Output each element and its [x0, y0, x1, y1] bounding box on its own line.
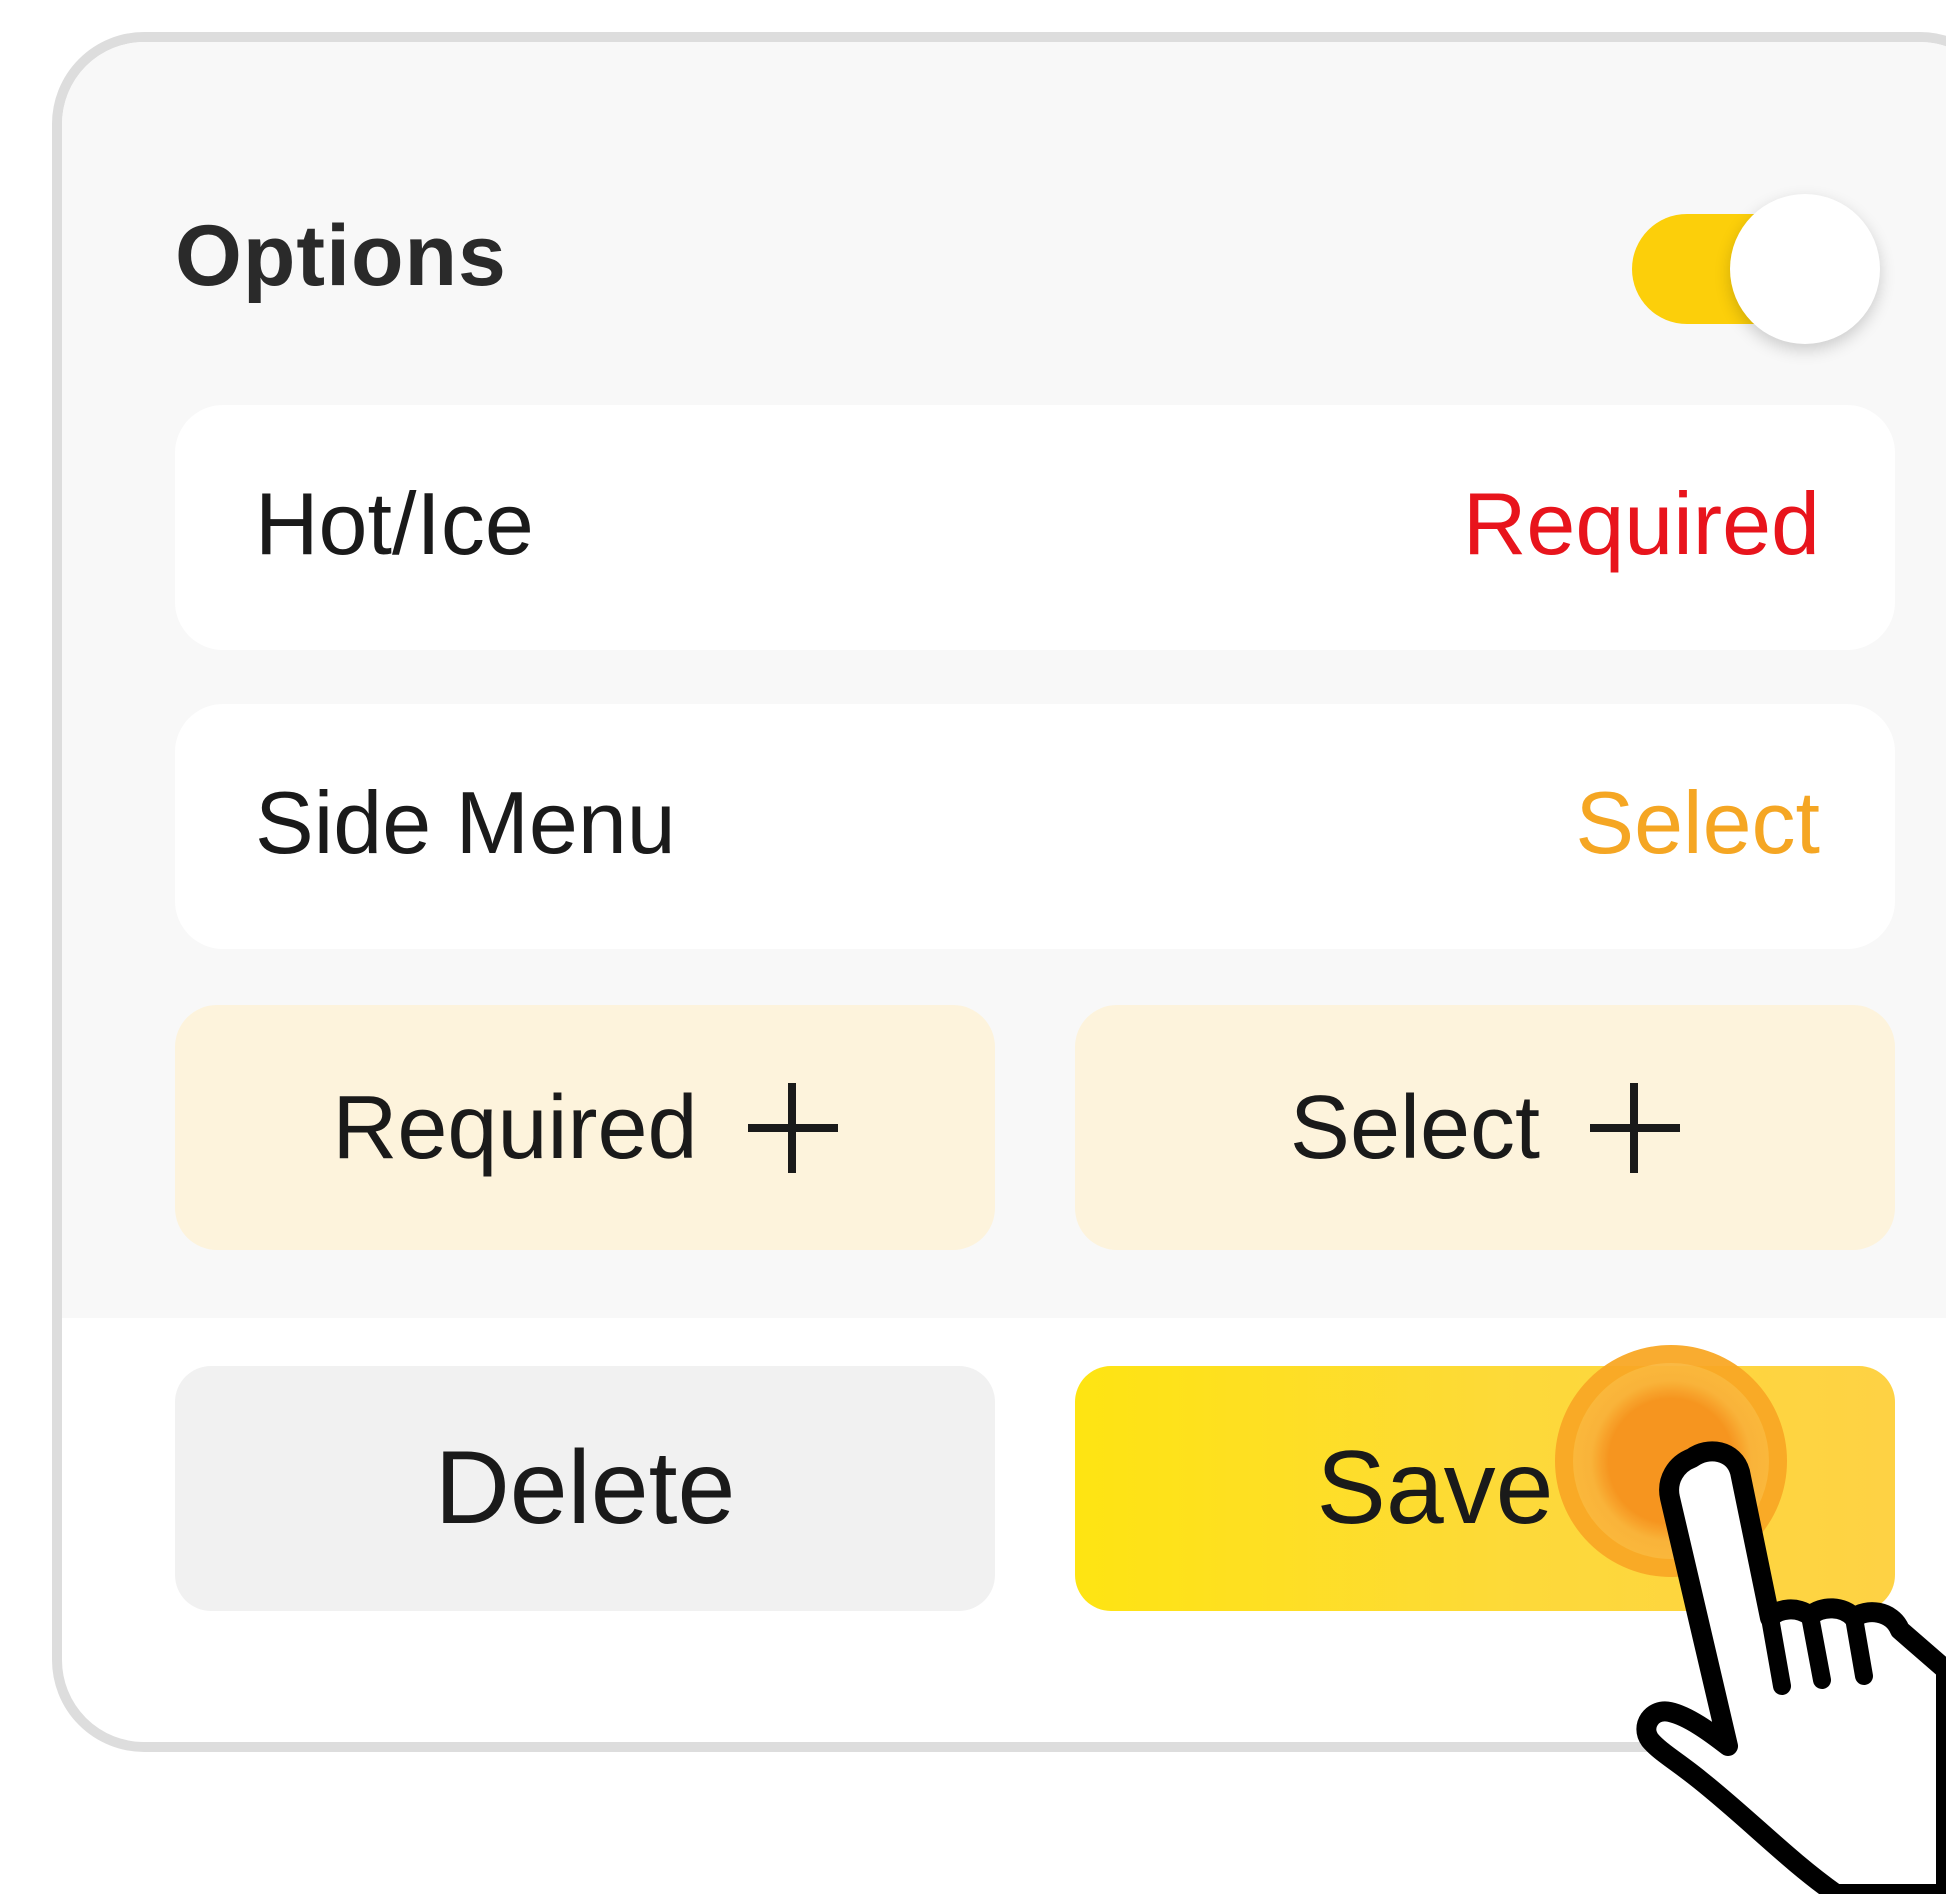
delete-button[interactable]: Delete [175, 1366, 995, 1611]
plus-icon [1590, 1082, 1681, 1173]
delete-label: Delete [434, 1430, 736, 1546]
toggle-knob [1730, 194, 1880, 344]
options-title: Options [175, 208, 507, 304]
plus-icon [747, 1082, 838, 1173]
save-label: Save [1316, 1430, 1554, 1546]
add-select-label: Select [1289, 1077, 1541, 1178]
required-badge: Required [1462, 474, 1820, 573]
add-required-label: Required [332, 1077, 698, 1178]
option-row-label: Side Menu [255, 773, 676, 872]
select-badge: Select [1575, 773, 1820, 872]
options-toggle[interactable] [1632, 194, 1892, 344]
option-row-label: Hot/Ice [255, 474, 534, 573]
add-required-button[interactable]: Required [175, 1005, 995, 1250]
option-row-hot-ice[interactable]: Hot/Ice Required [175, 405, 1895, 650]
option-row-side-menu[interactable]: Side Menu Select [175, 704, 1895, 949]
tap-hand-icon [1636, 1441, 1946, 1894]
add-select-button[interactable]: Select [1075, 1005, 1895, 1250]
